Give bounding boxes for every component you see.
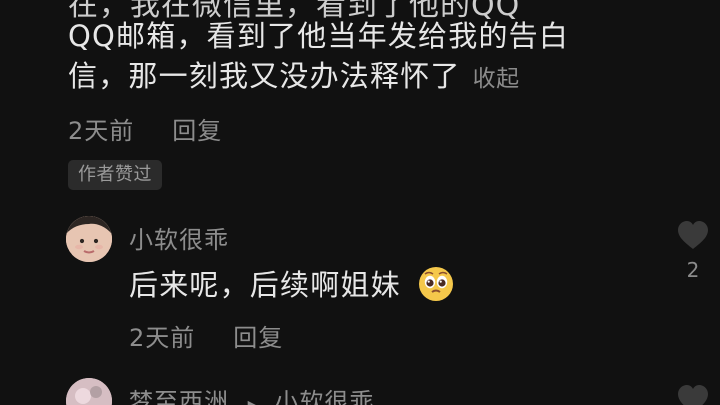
avatar[interactable] [66, 216, 112, 262]
second-reply-username-row: 梦至西洲 ▸ 小软很乖 [129, 382, 374, 405]
avatar-image-icon [66, 378, 112, 405]
reply-comment-meta: 2天前 回复 [129, 318, 283, 353]
second-reply-username[interactable]: 梦至西洲 [129, 388, 229, 405]
pleading-face-emoji-icon [417, 265, 455, 303]
reply-comment-reply-button[interactable]: 回复 [233, 318, 283, 353]
comment-thread-screen: 在，我在微信里，看到了他的QQ QQ邮箱，看到了他当年发给我的告白信，那一刻我又… [0, 0, 720, 405]
main-comment-text: QQ邮箱，看到了他当年发给我的告白信，那一刻我又没办法释怀了 收起 [68, 16, 628, 99]
reply-like-button[interactable]: 2 [676, 220, 710, 282]
main-comment-reply-button[interactable]: 回复 [172, 111, 222, 146]
author-liked-badge: 作者赞过 [68, 160, 162, 190]
heart-icon [678, 221, 708, 249]
collapse-link[interactable]: 收起 [473, 66, 520, 92]
main-comment-meta: 2天前 回复 [68, 111, 222, 146]
reply-comment-time: 2天前 [129, 324, 196, 352]
reply-arrow-icon: ▸ [247, 394, 258, 405]
main-comment-time: 2天前 [68, 117, 135, 145]
reply-username[interactable]: 小软很乖 [129, 220, 229, 255]
second-reply-avatar[interactable] [66, 378, 112, 405]
reply-comment-body: 后来呢，后续啊姐妹 [129, 268, 401, 302]
reply-comment-text: 后来呢，后续啊姐妹 [129, 262, 455, 304]
reply-like-count: 2 [686, 258, 700, 282]
second-reply-like-button[interactable] [676, 384, 710, 405]
child-avatar-icon [66, 216, 112, 262]
heart-icon [678, 385, 708, 405]
reply-to-username[interactable]: 小软很乖 [274, 388, 374, 405]
